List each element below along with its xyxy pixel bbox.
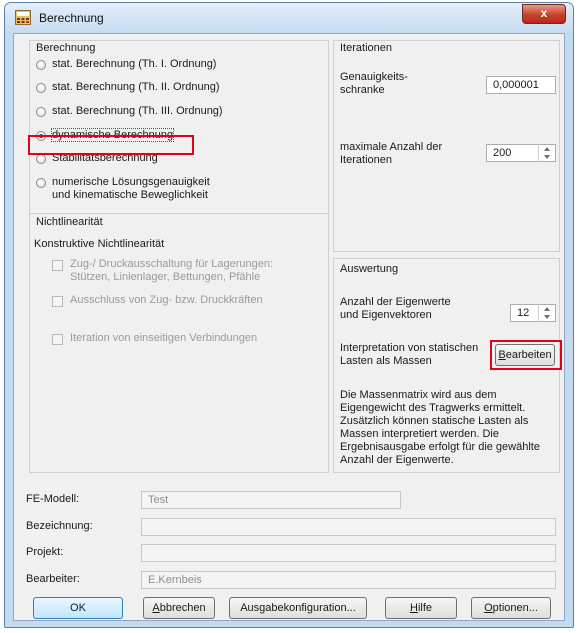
mass-interpretation-label-line2: Lasten als Massen <box>340 355 432 367</box>
fe-model-field[interactable]: Test <box>141 491 401 509</box>
mass-interpretation-label: Interpretation von statischen <box>340 342 479 354</box>
evaluation-description-3: Zusätzlich können statische Lasten als <box>340 415 529 427</box>
ok-button[interactable]: OK <box>33 597 123 619</box>
dialog-client-area: Berechnung stat. Berechnung (Th. I. Ordn… <box>13 33 565 621</box>
calculation-group-title: Berechnung <box>36 42 96 54</box>
description-label: Bezeichnung: <box>26 520 93 532</box>
eigen-count-label: Anzahl der Eigenwerte <box>340 296 451 308</box>
highlight-dynamic-option <box>28 135 194 155</box>
max-iterations-label-line2: Iterationen <box>340 154 392 166</box>
iterations-group: Iterationen Genauigkeits- schranke 0,000… <box>333 40 560 252</box>
window-title: Berechnung <box>39 11 104 25</box>
max-iterations-spinner[interactable] <box>538 144 556 162</box>
radio-label-third-order[interactable]: stat. Berechnung (Th. III. Ordnung) <box>52 105 223 117</box>
checkbox-one-sided-iteration[interactable] <box>52 334 63 345</box>
radio-first-order[interactable] <box>36 60 46 70</box>
fe-model-label: FE-Modell: <box>26 493 80 505</box>
nonlinear-group: Nichtlinearität Konstruktive Nichtlinear… <box>30 213 328 472</box>
iterations-title: Iterationen <box>340 42 392 54</box>
description-field[interactable] <box>141 518 556 536</box>
eigen-count-spinner[interactable] <box>538 304 556 322</box>
radio-label-first-order[interactable]: stat. Berechnung (Th. I. Ordnung) <box>52 58 216 70</box>
project-label: Projekt: <box>26 546 64 558</box>
checkbox-label-tension-compression[interactable]: Ausschluss von Zug- bzw. Druckkräften <box>70 294 263 306</box>
tolerance-label: Genauigkeits- <box>340 71 408 83</box>
radio-label-numeric-accuracy-line2[interactable]: und kinematische Beweglichkeit <box>52 189 208 201</box>
calculation-group: Berechnung stat. Berechnung (Th. I. Ordn… <box>29 40 329 473</box>
max-iterations-label: maximale Anzahl der <box>340 141 443 153</box>
radio-label-numeric-accuracy[interactable]: numerische Lösungsgenauigkeit <box>52 176 210 188</box>
evaluation-description-4: Massen interpretiert werden. Die <box>340 428 499 440</box>
radio-stability[interactable] <box>36 154 46 164</box>
radio-second-order[interactable] <box>36 83 46 93</box>
evaluation-description-2: Eigengewicht des Tragwerks ermittelt. <box>340 402 526 414</box>
checkbox-support-exclusion[interactable] <box>52 260 63 271</box>
checkbox-label-one-sided-iteration[interactable]: Iteration von einseitigen Verbindungen <box>70 332 257 344</box>
checkbox-label-support-exclusion-line2[interactable]: Stützen, Linienlager, Bettungen, Pfähle <box>70 271 260 283</box>
tolerance-input[interactable]: 0,000001 <box>486 76 556 94</box>
close-icon: x <box>540 6 548 20</box>
dialog-window: Berechnung x Berechnung stat. Berechnung… <box>4 2 574 628</box>
eigen-count-label-line2: und Eigenvektoren <box>340 309 432 321</box>
app-calculator-icon <box>15 10 31 25</box>
evaluation-description-1: Die Massenmatrix wird aus dem <box>340 389 497 401</box>
evaluation-title: Auswertung <box>340 263 399 275</box>
evaluation-description-5: Ergebnisausgabe erfolgt für die gewählte <box>340 441 540 453</box>
constructive-nonlinear-subtitle: Konstruktive Nichtlinearität <box>34 238 165 250</box>
nonlinear-title: Nichtlinearität <box>36 216 103 228</box>
project-field[interactable] <box>141 544 556 562</box>
cancel-button[interactable]: Abbrechen <box>143 597 215 619</box>
evaluation-description-6: Anzahl der Eigenwerte. <box>340 454 454 466</box>
output-config-button[interactable]: Ausgabekonfiguration... <box>229 597 367 619</box>
editor-field[interactable]: E.Kernbeis <box>141 571 556 589</box>
editor-label: Bearbeiter: <box>26 573 80 585</box>
title-bar[interactable]: Berechnung x <box>5 3 573 33</box>
close-button[interactable]: x <box>522 4 566 24</box>
checkbox-tension-compression[interactable] <box>52 296 63 307</box>
radio-label-second-order[interactable]: stat. Berechnung (Th. II. Ordnung) <box>52 81 220 93</box>
highlight-edit-button <box>490 340 562 370</box>
tolerance-label-line2: schranke <box>340 84 385 96</box>
options-button[interactable]: Optionen... <box>471 597 551 619</box>
checkbox-label-support-exclusion[interactable]: Zug-/ Druckausschaltung für Lagerungen: <box>70 258 273 270</box>
radio-third-order[interactable] <box>36 107 46 117</box>
help-button[interactable]: Hilfe <box>385 597 457 619</box>
radio-numeric-accuracy[interactable] <box>36 178 46 188</box>
